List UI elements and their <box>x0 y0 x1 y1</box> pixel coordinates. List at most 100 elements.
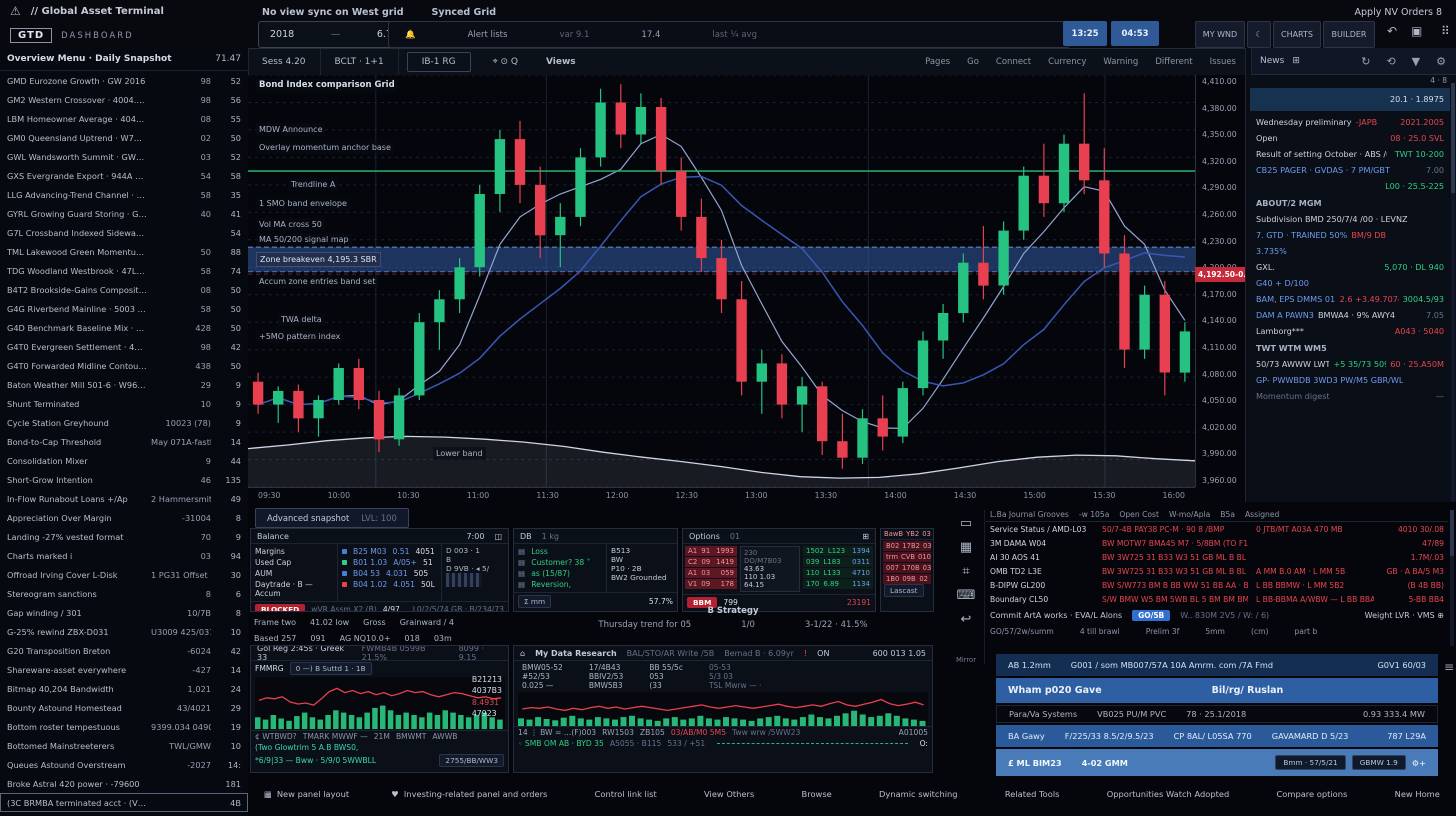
feed-row[interactable]: GP- PWWBDB 3WD3 PW/M5 GBR/WL <box>1250 372 1450 388</box>
watchlist-row[interactable]: LLG Advancing-Trend Channel · 47WL 4032 … <box>0 185 248 204</box>
alert-lists-label[interactable]: Alert lists <box>468 30 508 40</box>
watchlist-row[interactable]: Short-Grow Intention 46 135 <box>0 470 248 489</box>
chart-toolbar-item[interactable]: Warning <box>1103 57 1138 67</box>
watchlist-row[interactable]: TML Lakewood Green Momentum · 4760 2035 … <box>0 242 248 261</box>
watchlist-row[interactable]: Landing -27% vested format 70 9 <box>0 527 248 546</box>
watchlist-row[interactable]: GM2 Western Crossover · 4004.898 98 56 <box>0 90 248 109</box>
watchlist-row[interactable]: Cycle Station Greyhound 10023 (78) 9 <box>0 413 248 432</box>
builder-button[interactable]: BUILDER <box>1323 21 1375 48</box>
watchlist-row[interactable]: Gap winding / 301 10/7B 8 <box>0 603 248 622</box>
checkbox-icon[interactable]: ▦ <box>518 558 525 567</box>
menu-item-grid[interactable]: Synced Grid <box>432 7 497 18</box>
chart-indicator-label[interactable]: Vol MA cross 50 <box>256 218 325 231</box>
feed-row[interactable]: G40 + D/100 <box>1250 275 1450 291</box>
db-row[interactable]: ▦ Reversion, <box>514 579 606 590</box>
announce-bar-3[interactable]: BA GawyF/225/33 8.5/2/9.5/23 CP 8AL/ L05… <box>996 725 1438 747</box>
research-sparkline[interactable] <box>518 692 928 726</box>
feed-row[interactable]: 20.1 · 1.8975 <box>1250 88 1450 111</box>
footer-item[interactable]: ▦ New panel layout <box>264 789 349 799</box>
journal-header-cell[interactable]: -w 105a <box>1079 510 1110 519</box>
panel-yb-icon[interactable]: ⊞ <box>862 532 869 541</box>
watchlist-row[interactable]: Appreciation Over Margin -31004 8 <box>0 508 248 527</box>
watchlist-row[interactable]: TDG Woodland Westbrook · 47L2 4350 58 74 <box>0 261 248 280</box>
db-row[interactable]: ▦ Loss <box>514 546 606 557</box>
watchlist-row[interactable]: Broke Astral 420 power · -79600 181 <box>0 774 248 793</box>
windows-icon[interactable]: ◫ <box>494 532 502 541</box>
watchlist-row[interactable]: G4T0 Evergreen Settlement · 4205 1032 98… <box>0 337 248 356</box>
balance-table-row[interactable]: B04 53 4.031 505 <box>338 568 441 579</box>
watchlist-row[interactable]: Stereogram sanctions 8 6 <box>0 584 248 603</box>
journal-header-cell[interactable]: Assigned <box>1245 510 1279 519</box>
feed-scrollbar[interactable] <box>1451 83 1455 503</box>
feed-row[interactable]: 50/73 AWWW LWTBG GWM +5 35/73 5091 · 00 … <box>1250 356 1450 372</box>
feed-row[interactable]: BAM, EPS DMMS 01 5/20 2.6 +3.49.7074 — 3… <box>1250 291 1450 307</box>
footer-item[interactable]: Related Tools <box>1000 789 1060 799</box>
watchlist-row[interactable]: Bottomed Mainstreeterers TWL/GMW 10 <box>0 736 248 755</box>
chart-indicator-label[interactable]: Overlay momentum anchor base <box>256 141 394 154</box>
watchlist-row[interactable]: G4G Riverbend Mainline · 5003 5002 58 50 <box>0 299 248 318</box>
tag-icon[interactable]: ⌗ <box>962 564 969 579</box>
tab-bclt[interactable]: BCLT · 1+1 <box>321 49 399 75</box>
session-button-1[interactable]: 13:25 <box>1063 21 1107 46</box>
balance-table-row[interactable]: B01 1.03 A/05+ 51 <box>338 557 441 568</box>
db-sum-chip[interactable]: Σ mm <box>518 595 551 608</box>
chart-toolbar-item[interactable]: Pages <box>925 57 950 67</box>
journal-row[interactable]: B-DIPW GL200 BW S/W773 BM B BB WW 51 BB … <box>986 578 1448 592</box>
undo-icon[interactable]: ↶ <box>1387 24 1397 38</box>
balance-table-row[interactable]: B04 1.02 4.051 50L <box>338 579 441 590</box>
bid-row[interactable]: A103059 <box>685 568 737 578</box>
watchlist-row[interactable]: GM0 Queensland Uptrend · W72 4032 02 50 <box>0 128 248 147</box>
journal-header-cell[interactable]: W-mo/Apla <box>1169 510 1210 519</box>
tab-views[interactable]: Views <box>532 49 590 75</box>
journal-header-cell[interactable]: L.Ba Journal Grooves <box>990 510 1069 519</box>
alert-toolbar[interactable]: 🔔 Alert lists var 9.1 17.4 last ¼ avg <box>388 21 1070 48</box>
announce-bar-1[interactable]: Wham p020 GaveBil/rg/ Ruslan <box>996 678 1438 703</box>
hamburger-icon[interactable]: ≡ <box>1444 660 1454 674</box>
legend-chip[interactable]: 0 —) B Suttd 1 · 1B <box>290 662 372 675</box>
home-icon[interactable]: ⌂ <box>520 649 525 658</box>
account-label[interactable]: Apply NV Orders 8 <box>1355 7 1442 18</box>
watchlist-row[interactable]: (3C BRMBA terminated acct · (VWB2 B.4G p… <box>0 793 248 812</box>
feed-row[interactable]: Subdivision BMD 250/7/4 /00 · LEVNZ <box>1250 211 1450 227</box>
tab-ib1rg[interactable]: IB-1 RG <box>407 52 471 72</box>
charts-button[interactable]: CHARTS <box>1273 21 1321 48</box>
red-row[interactable]: 1B009B02 <box>883 574 931 584</box>
feed-row[interactable]: ABOUT/2 MGM <box>1250 195 1450 211</box>
watchlist-row[interactable]: Charts marked i 03 94 <box>0 546 248 565</box>
blocked-chip[interactable]: BLOCKED <box>255 604 305 612</box>
feed-row[interactable]: 3.735% <box>1250 243 1450 259</box>
journal-row[interactable]: 3M DAMA W04 BW MOTW7 BMA45 M7 · 5/8BM (T… <box>986 536 1448 550</box>
watchlist-row[interactable]: In-Flow Runabout Loans +/Ap 2 Hammersmit… <box>0 489 248 508</box>
session-button-2[interactable]: 04:53 <box>1111 21 1159 46</box>
journal-row[interactable]: OMB TD2 L3E BW 3W725 31 B33 W3 51 GB ML … <box>986 564 1448 578</box>
filter-icon[interactable]: ▼ <box>1412 55 1420 68</box>
feed-row[interactable]: L00 · 25.5-225 <box>1250 178 1450 194</box>
watchlist-row[interactable]: LBM Homeowner Average · 4042-0.20 08 55 <box>0 109 248 128</box>
db-row[interactable]: ▦ as (15/87) <box>514 568 606 579</box>
chart-toolbar-item[interactable]: Connect <box>996 57 1031 67</box>
bid-row[interactable]: V109178 <box>685 579 737 589</box>
feed-row[interactable]: CB25 PAGER · GVDAS · 7 PM/GBT 7.00 <box>1250 162 1450 178</box>
symbol-selector[interactable]: 2018 — 6.7 <box>258 21 404 48</box>
watchlist-row[interactable]: G20 Transposition Breton -6024 42 <box>0 641 248 660</box>
watchlist-row[interactable]: Queues Astound Overstream -2027 14: <box>0 755 248 774</box>
footer-item[interactable]: Opportunities Watch Adopted <box>1102 789 1229 799</box>
red-row[interactable]: B0217B203 <box>883 541 931 551</box>
journal-scrollbar[interactable] <box>1450 510 1454 646</box>
watchlist-row[interactable]: Shareware-asset everywhere -427 14 <box>0 660 248 679</box>
checkbox-icon[interactable]: ▦ <box>518 569 525 578</box>
greek-sparkline[interactable] <box>255 677 505 729</box>
feed-row[interactable]: TWT WTM WM5 <box>1250 340 1450 356</box>
announce-bar-0[interactable]: AB 1.2mmG001 / som MB007/57A 10A Amrm. c… <box>996 654 1438 676</box>
chart-indicator-label[interactable]: Accum zone entries band set <box>256 275 378 288</box>
grip-icon[interactable]: ⠿ <box>1441 24 1450 38</box>
feed-row[interactable]: DAM A PAWN3 BMWA4 · 9% AWY4 7.05 <box>1250 307 1450 323</box>
chart-indicator-label[interactable]: Bond Index comparison Grid <box>256 79 398 92</box>
journal-row[interactable]: AI 30 AOS 41 BW 3W725 31 B33 W3 51 GB ML… <box>986 550 1448 564</box>
red-row[interactable]: 007170B03 <box>883 563 931 573</box>
refresh-icon[interactable]: ↻ <box>1361 55 1370 68</box>
history-icon[interactable]: ⟲ <box>1386 55 1395 68</box>
lascast-chip[interactable]: Lascast <box>884 584 924 597</box>
tab-session[interactable]: Sess 4.20 <box>248 49 321 75</box>
watchlist-row[interactable]: G7L Crossband Indexed Sideways · 5202 4.… <box>0 223 248 242</box>
